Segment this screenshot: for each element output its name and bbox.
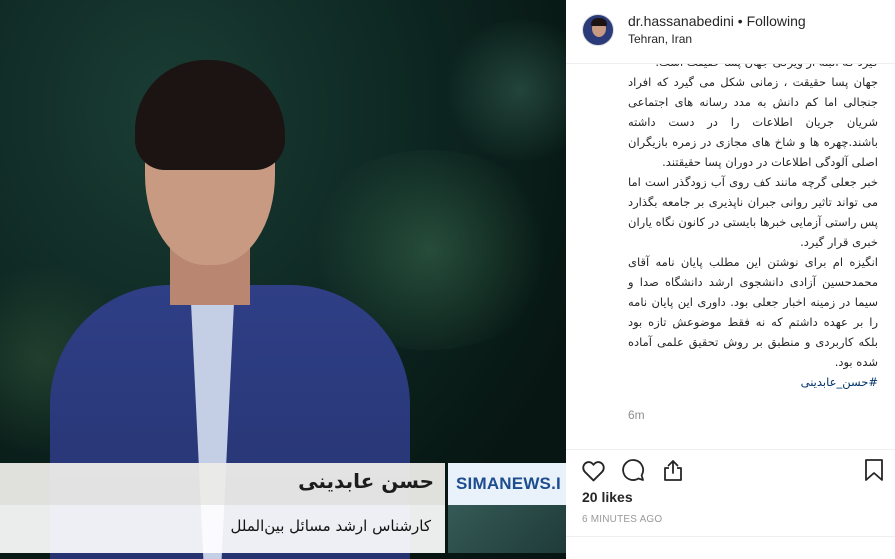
bookmark-icon	[865, 459, 883, 481]
save-button[interactable]	[860, 456, 888, 484]
speaker-name: حسن عابدینی	[298, 469, 434, 493]
avatar-hair	[591, 18, 607, 26]
speech-bubble-icon	[622, 459, 644, 481]
username-link[interactable]: dr.hassanabedini	[628, 13, 734, 29]
post-image[interactable]: حسن عابدینی کارشناس ارشد مسائل بین‌الملل…	[0, 0, 566, 559]
location-link[interactable]: Tehran, Iran	[628, 32, 692, 46]
likes-count[interactable]: 20 likes	[582, 489, 633, 505]
avatar[interactable]	[582, 14, 614, 46]
share-icon	[664, 460, 682, 481]
caption-paragraph: انگیزه ام برای نوشتن این مطلب پایان نامه…	[628, 255, 878, 369]
speaker-title: کارشناس ارشد مسائل بین‌الملل	[230, 517, 431, 535]
channel-logo-backdrop	[448, 505, 566, 553]
heart-icon	[581, 460, 605, 481]
post-viewer: حسن عابدینی کارشناس ارشد مسائل بین‌الملل…	[0, 0, 895, 559]
relative-time: 6m	[628, 408, 645, 422]
post-timestamp: 6 MINUTES AGO	[582, 514, 663, 525]
username-line: dr.hassanabedini • Following	[628, 13, 806, 29]
post-header: dr.hassanabedini • Following Tehran, Ira…	[566, 0, 895, 64]
share-button[interactable]	[659, 456, 687, 484]
caption-paragraph: گیرد که البته از ویژگی جهان پسا حقیقت اس…	[628, 64, 878, 72]
channel-logo: SIMANEWS.I	[448, 463, 566, 505]
background-light	[440, 20, 566, 160]
comment-button[interactable]	[619, 456, 647, 484]
post-details-panel: dr.hassanabedini • Following Tehran, Ira…	[566, 0, 895, 559]
action-bar	[566, 449, 895, 489]
hashtag-link[interactable]: #حسن_عابدینی	[628, 372, 878, 392]
channel-logo-text: SIMANEWS.I	[456, 474, 561, 493]
comment-area	[566, 536, 895, 559]
caption-paragraph: جهان پسا حقیقت ، زمانی شکل می گیرد که اف…	[628, 75, 878, 169]
tv-lower-third: حسن عابدینی کارشناس ارشد مسائل بین‌الملل…	[0, 463, 566, 553]
hair	[135, 60, 285, 170]
like-button[interactable]	[579, 456, 607, 484]
separator-dot: •	[737, 13, 743, 29]
following-button[interactable]: Following	[747, 13, 806, 29]
caption-scroll-area[interactable]: گیرد که البته از ویژگی جهان پسا حقیقت اس…	[566, 64, 895, 449]
post-caption: گیرد که البته از ویژگی جهان پسا حقیقت اس…	[628, 64, 878, 392]
caption-paragraph: خبر جعلی گرچه مانند کف روی آب زودگذر است…	[628, 175, 878, 249]
